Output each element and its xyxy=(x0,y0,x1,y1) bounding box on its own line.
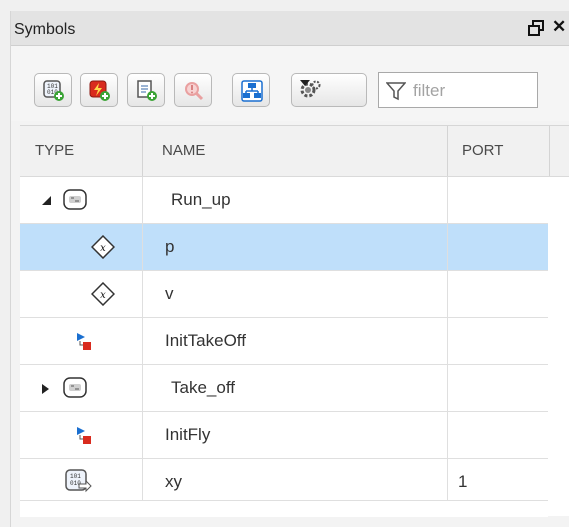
add-data-icon: 101 010 xyxy=(43,80,64,101)
action-message-icon xyxy=(77,427,91,444)
local-variable-icon: x xyxy=(91,235,115,259)
table-row[interactable]: Take_off xyxy=(20,365,548,412)
state-icon xyxy=(63,189,87,210)
hierarchy-button[interactable] xyxy=(232,73,270,107)
symbol-name: InitTakeOff xyxy=(165,331,246,350)
symbol-name: p xyxy=(165,237,175,256)
symbol-name: Run_up xyxy=(171,190,231,209)
column-header-name[interactable]: NAME xyxy=(143,126,448,176)
filter-icon xyxy=(386,82,406,101)
undock-icon[interactable] xyxy=(528,20,544,36)
symbols-table: TYPE NAME PORT Run_up x p x v InitTakeOf… xyxy=(20,125,569,517)
filter-field[interactable] xyxy=(378,72,538,108)
symbol-port: 1 xyxy=(458,472,468,491)
name-cell xyxy=(143,459,448,505)
table-row[interactable]: x v xyxy=(20,271,548,318)
close-icon[interactable]: ✕ xyxy=(552,17,566,37)
symbol-inspector-icon xyxy=(185,82,204,101)
action-message-icon xyxy=(77,333,91,350)
panel-title: Symbols xyxy=(14,21,76,38)
symbol-inspector-button[interactable] xyxy=(174,73,212,107)
symbols-toolbar: 101 010 xyxy=(11,46,569,121)
symbol-name: xy xyxy=(165,472,182,491)
table-row-selected[interactable]: x p xyxy=(20,224,548,271)
symbol-name: v xyxy=(165,284,174,303)
symbol-name: Take_off xyxy=(171,378,235,397)
add-data-button[interactable]: 101 010 xyxy=(34,73,72,107)
type-cell xyxy=(20,271,143,317)
table-row[interactable]: InitTakeOff xyxy=(20,318,548,365)
output-data-icon: 101 010 xyxy=(65,469,92,493)
svg-text:x: x xyxy=(100,243,106,254)
add-event-button[interactable] xyxy=(80,73,118,107)
add-event-icon xyxy=(89,80,110,101)
hierarchy-icon xyxy=(241,80,263,102)
panel-titlebar: Symbols ✕ xyxy=(11,11,569,46)
add-message-icon xyxy=(137,80,157,101)
settings-dropdown-button[interactable] xyxy=(291,73,367,107)
column-header-type[interactable]: TYPE xyxy=(20,126,143,176)
table-footer xyxy=(20,500,548,517)
expand-triangle-icon[interactable] xyxy=(42,196,51,205)
name-cell xyxy=(143,271,448,317)
table-row[interactable]: InitFly xyxy=(20,412,548,459)
name-cell xyxy=(143,224,448,270)
local-variable-icon: x xyxy=(91,282,115,306)
table-row[interactable]: 101 010 xy 1 xyxy=(20,459,548,506)
state-icon xyxy=(63,377,87,398)
symbols-panel: Symbols ✕ 101 010 filter TYPE NAME PORT … xyxy=(10,11,569,527)
symbol-name: InitFly xyxy=(165,425,211,444)
svg-text:101: 101 xyxy=(70,473,81,480)
svg-text:x: x xyxy=(100,290,106,301)
type-cell xyxy=(20,224,143,270)
add-message-button[interactable] xyxy=(127,73,165,107)
filter-input[interactable] xyxy=(411,78,535,104)
chevron-down-icon xyxy=(300,80,310,86)
collapse-triangle-icon[interactable] xyxy=(42,384,49,394)
column-header-port[interactable]: PORT xyxy=(448,126,550,176)
table-header: TYPE NAME PORT xyxy=(20,126,569,177)
table-row[interactable]: Run_up xyxy=(20,177,548,224)
